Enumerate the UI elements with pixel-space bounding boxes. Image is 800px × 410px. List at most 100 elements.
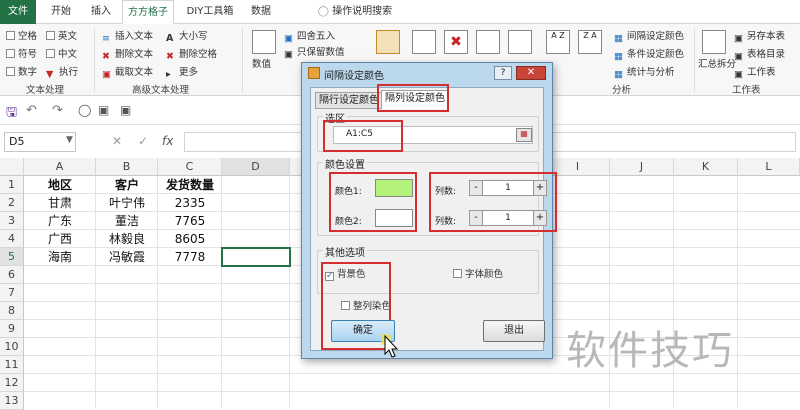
condition-color-icon: ▦ bbox=[614, 51, 623, 62]
tab-diy-toolbox[interactable]: DIY工具箱 bbox=[178, 0, 242, 24]
dialog-body: 隔行设定颜色 隔列设定颜色 选区 A1:C5 ▦ 颜色设置 颜色1: 列数: -… bbox=[310, 84, 557, 358]
row-header[interactable]: 3 bbox=[0, 212, 24, 230]
help-button[interactable]: ? bbox=[494, 66, 512, 80]
tab-data[interactable]: 数据 bbox=[244, 0, 278, 24]
chevron-down-icon[interactable]: ▼ bbox=[66, 135, 73, 145]
cell-c2[interactable]: 2335 bbox=[158, 194, 222, 212]
round-button[interactable]: ▣ 四舍五入 bbox=[284, 30, 335, 44]
checkbox-number[interactable]: 数字 bbox=[6, 66, 37, 80]
cell-b1[interactable]: 客户 bbox=[96, 176, 158, 194]
cell-a5[interactable]: 海南 bbox=[24, 248, 96, 266]
exit-button[interactable]: 退出 bbox=[483, 320, 545, 342]
close-button[interactable]: ✕ bbox=[516, 66, 546, 80]
tab-file[interactable]: 文件 bbox=[0, 0, 36, 24]
column-header-a[interactable]: A bbox=[24, 158, 96, 176]
row-header[interactable]: 13 bbox=[0, 392, 24, 410]
column-header-c[interactable]: C bbox=[158, 158, 222, 176]
column-header-d[interactable]: D bbox=[222, 158, 290, 176]
separator bbox=[94, 28, 95, 92]
condition-color-button[interactable]: ▦ 条件设定颜色 bbox=[614, 48, 684, 62]
save-icon[interactable]: 🖫 bbox=[6, 103, 17, 125]
cancel-icon[interactable]: ✕ bbox=[112, 134, 122, 148]
font-color-checkbox[interactable]: 字体颜色 bbox=[453, 268, 503, 282]
row-header[interactable]: 1 bbox=[0, 176, 24, 194]
app-icon bbox=[308, 67, 320, 79]
keep-number-button[interactable]: ▣ 只保留数值 bbox=[284, 46, 345, 60]
tab-insert[interactable]: 插入 bbox=[84, 0, 118, 24]
checkbox-chinese[interactable]: 中文 bbox=[46, 48, 77, 62]
search-help[interactable]: ◯ 操作说明搜索 bbox=[300, 0, 410, 24]
tab-fangfang[interactable]: 方方格子 bbox=[122, 0, 174, 24]
interval-color-dialog: 间隔设定颜色 ? ✕ 隔行设定颜色 隔列设定颜色 选区 A1:C5 ▦ 颜色设置… bbox=[301, 62, 557, 359]
row-header[interactable]: 9 bbox=[0, 320, 24, 338]
checkbox-english[interactable]: 英文 bbox=[46, 30, 77, 44]
case-button[interactable]: A 大小写 bbox=[166, 30, 208, 44]
more-icon: ▸ bbox=[166, 69, 171, 80]
cell-b5[interactable]: 冯敏霞 bbox=[96, 248, 158, 266]
az-sort-icon[interactable]: A Z bbox=[546, 30, 570, 54]
active-cell-d5[interactable] bbox=[221, 247, 291, 267]
print-preview-icon[interactable]: ◯ bbox=[78, 103, 91, 117]
cell-b3[interactable]: 董洁 bbox=[96, 212, 158, 230]
row-header[interactable]: 6 bbox=[0, 266, 24, 284]
cell-c3[interactable]: 7765 bbox=[158, 212, 222, 230]
number-button[interactable]: 数值 bbox=[252, 58, 271, 72]
column-header-j[interactable]: J bbox=[610, 158, 674, 176]
extract-text-button[interactable]: ▣ 截取文本 bbox=[102, 66, 153, 80]
redo-icon[interactable]: ↷ bbox=[52, 103, 63, 118]
cell-a2[interactable]: 甘肃 bbox=[24, 194, 96, 212]
tab-home[interactable]: 开始 bbox=[44, 0, 78, 24]
interval-color-button[interactable]: ▦ 间隔设定颜色 bbox=[614, 30, 684, 44]
cell-b2[interactable]: 叶宁伟 bbox=[96, 194, 158, 212]
column-header-k[interactable]: K bbox=[674, 158, 738, 176]
save-sheet-icon: ▣ bbox=[734, 33, 743, 44]
delete-space-button[interactable]: ✖ 删除空格 bbox=[166, 48, 217, 62]
row-header[interactable]: 12 bbox=[0, 374, 24, 392]
group-label-advanced: 高级文本处理 bbox=[132, 85, 190, 96]
execute-button[interactable]: ▼ 执行 bbox=[46, 66, 78, 80]
refresh-icon[interactable] bbox=[476, 30, 500, 54]
confirm-icon[interactable]: ✓ bbox=[138, 134, 148, 148]
column-header-l[interactable]: L bbox=[738, 158, 800, 176]
more-button[interactable]: ▸ 更多 bbox=[166, 66, 198, 80]
format-icon[interactable]: ▣ bbox=[120, 103, 131, 117]
paste-icon[interactable] bbox=[376, 30, 400, 54]
row-header[interactable]: 2 bbox=[0, 194, 24, 212]
summary-split-button[interactable]: 汇总拆分 bbox=[698, 58, 736, 72]
cell-c5[interactable]: 7778 bbox=[158, 248, 222, 266]
save-sheet-button[interactable]: ▣ 另存本表 bbox=[734, 30, 785, 44]
range-picker-icon[interactable]: ▦ bbox=[516, 128, 532, 142]
function-icon[interactable]: fx bbox=[162, 134, 173, 148]
tab-row-interval[interactable]: 隔行设定颜色 bbox=[315, 92, 383, 109]
sheet-toc-button[interactable]: ▣ 表格目录 bbox=[734, 48, 785, 62]
cell-c4[interactable]: 8605 bbox=[158, 230, 222, 248]
cell-a1[interactable]: 地区 bbox=[24, 176, 96, 194]
search-icon[interactable] bbox=[508, 30, 532, 54]
za-sort-icon[interactable]: Z A bbox=[578, 30, 602, 54]
cell-c1[interactable]: 发货数量 bbox=[158, 176, 222, 194]
select-all-corner[interactable] bbox=[0, 158, 24, 176]
undo-icon[interactable]: ↶ bbox=[26, 103, 37, 118]
cell-a3[interactable]: 广东 bbox=[24, 212, 96, 230]
statistics-button[interactable]: ▦ 统计与分析 bbox=[614, 66, 675, 80]
column-header-b[interactable]: B bbox=[96, 158, 158, 176]
cell-b4[interactable]: 林毅良 bbox=[96, 230, 158, 248]
row-header[interactable]: 11 bbox=[0, 356, 24, 374]
dialog-titlebar[interactable]: 间隔设定颜色 ? ✕ bbox=[302, 63, 552, 85]
delete-icon[interactable]: ✖ bbox=[444, 30, 468, 54]
keep-number-icon: ▣ bbox=[284, 49, 293, 60]
table-icon[interactable] bbox=[412, 30, 436, 54]
checkbox-symbol[interactable]: 符号 bbox=[6, 48, 37, 62]
row-header[interactable]: 5 bbox=[0, 248, 24, 266]
row-header[interactable]: 7 bbox=[0, 284, 24, 302]
row-header[interactable]: 4 bbox=[0, 230, 24, 248]
row-header[interactable]: 10 bbox=[0, 338, 24, 356]
spell-check-icon[interactable]: ▣ bbox=[98, 103, 109, 117]
row-header[interactable]: 8 bbox=[0, 302, 24, 320]
checkbox-space[interactable]: 空格 bbox=[6, 30, 37, 44]
delete-text-button[interactable]: ✖ 删除文本 bbox=[102, 48, 153, 62]
worksheet-button[interactable]: ▣ 工作表 bbox=[734, 66, 776, 80]
insert-text-button[interactable]: ≡ 插入文本 bbox=[102, 30, 153, 44]
cell-a4[interactable]: 广西 bbox=[24, 230, 96, 248]
group-label-text: 文本处理 bbox=[26, 85, 65, 96]
